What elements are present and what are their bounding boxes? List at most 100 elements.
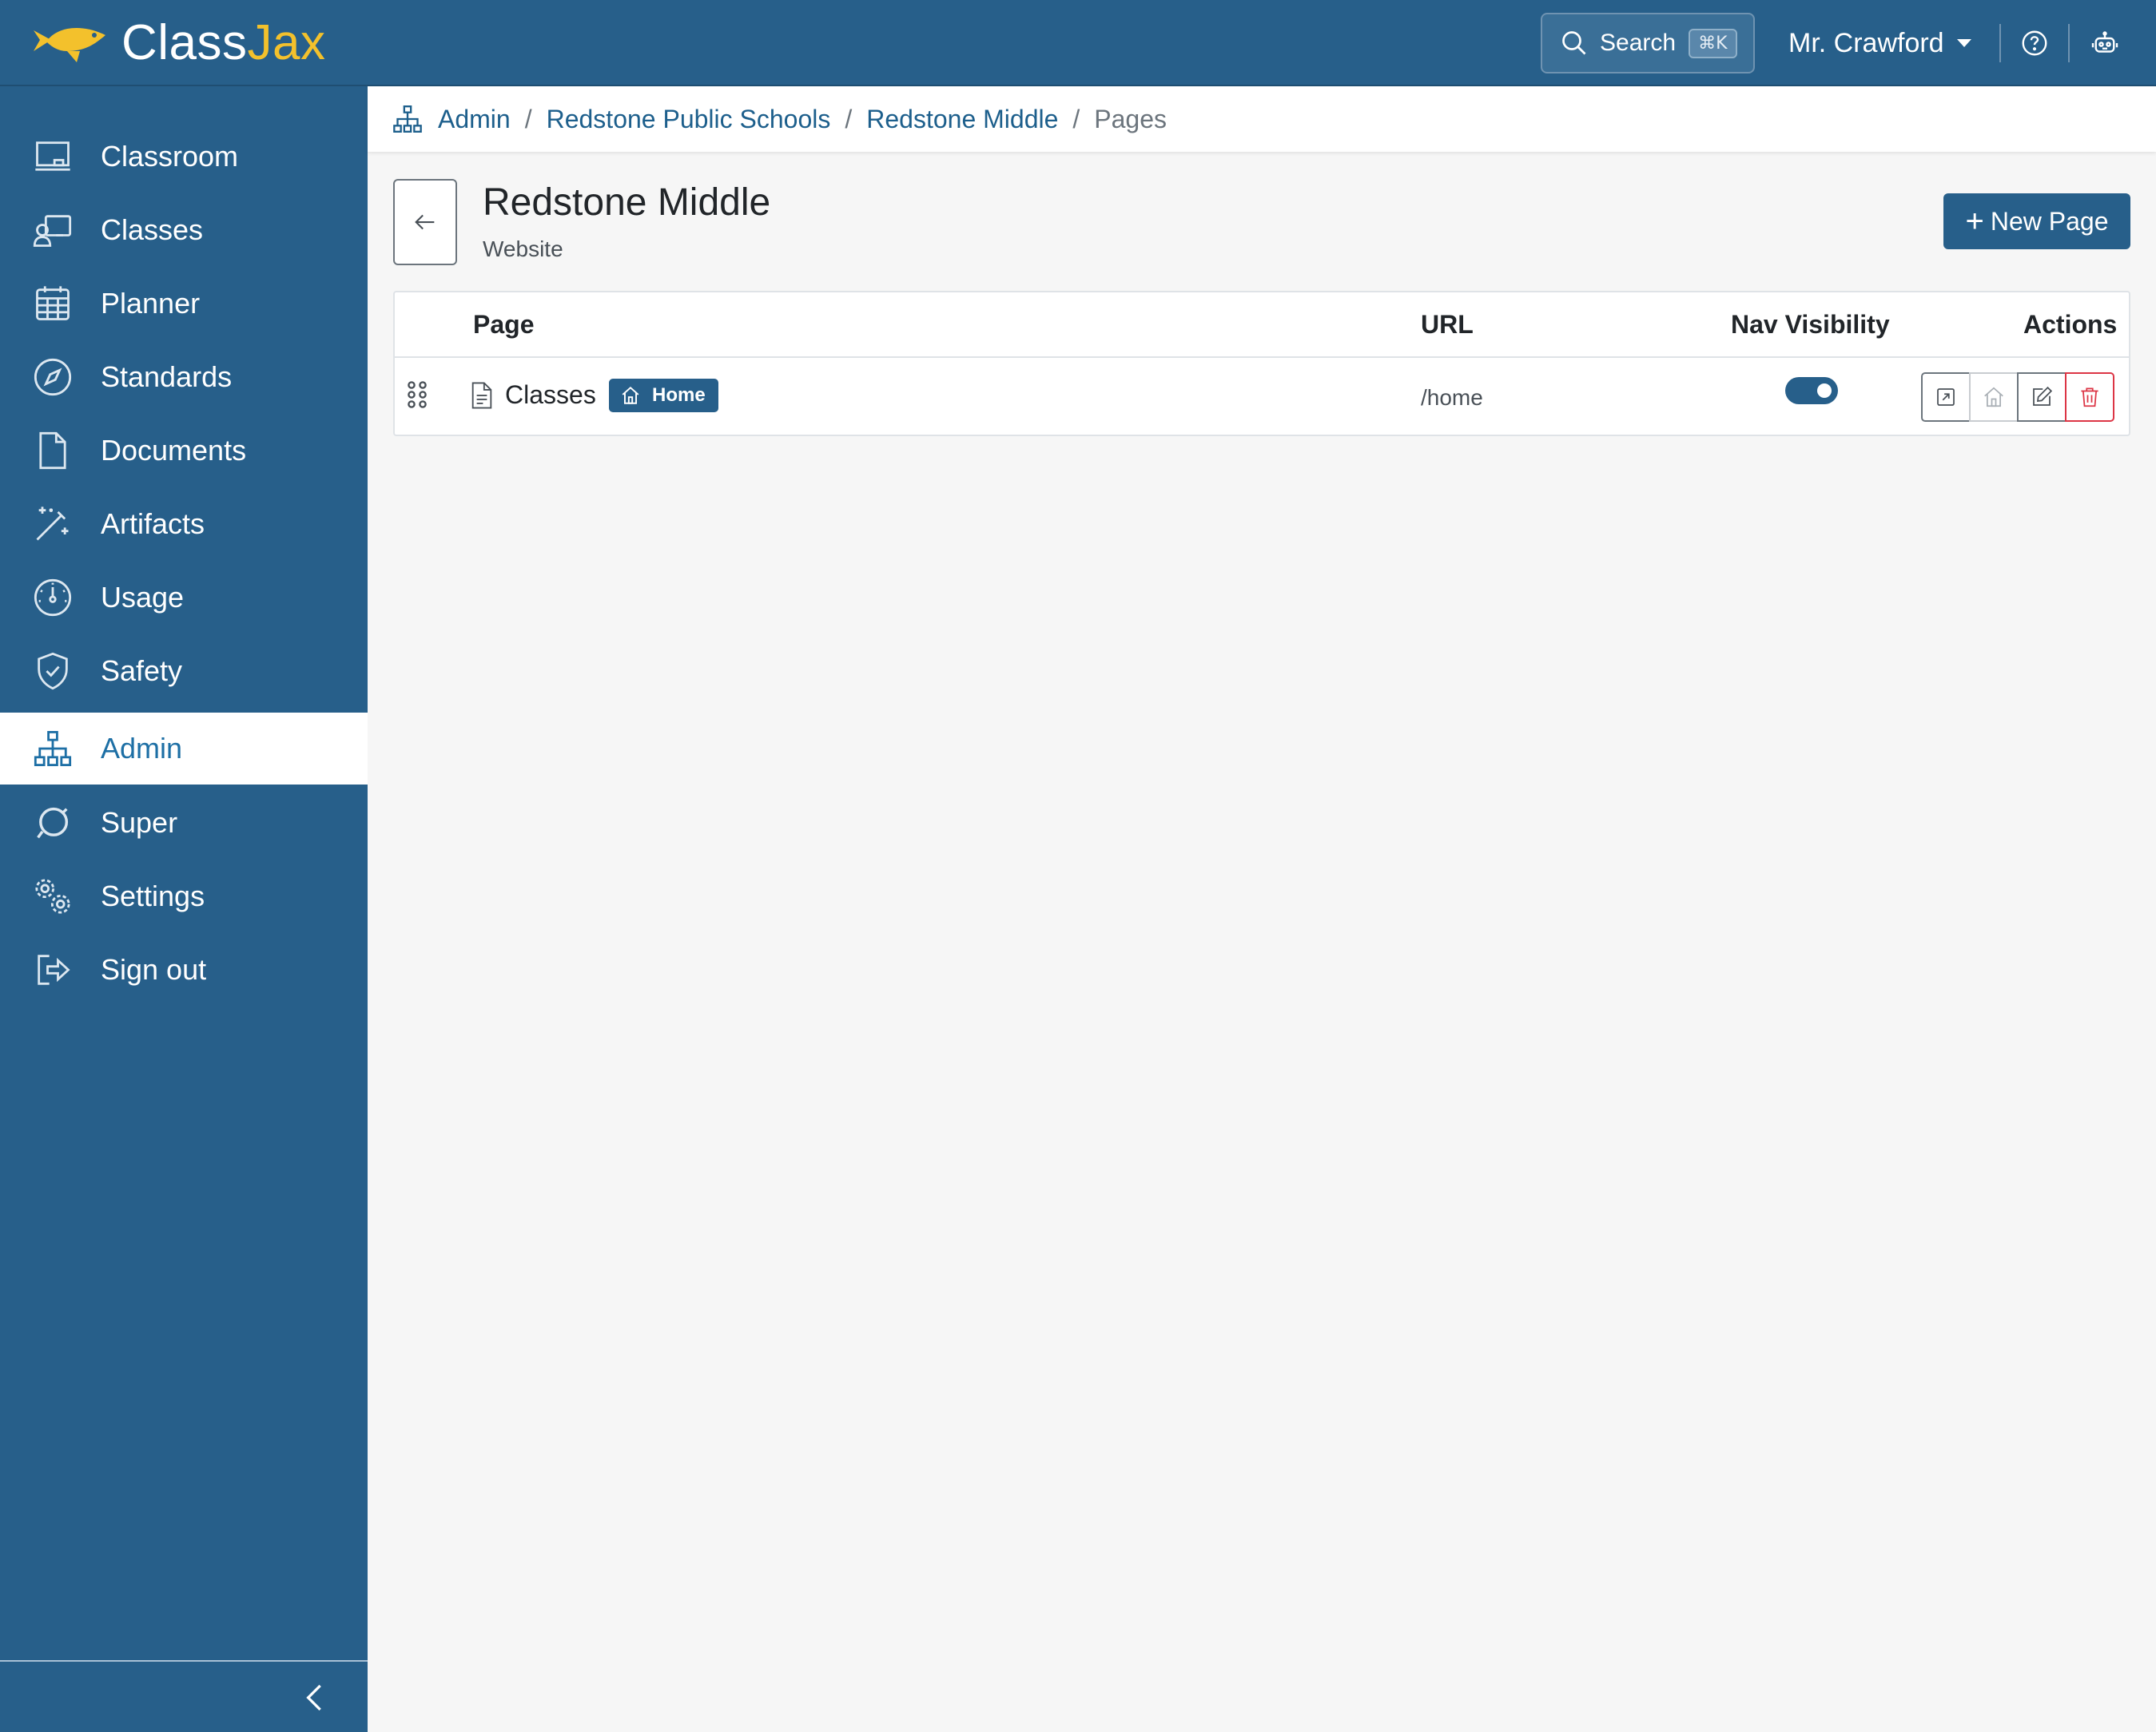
app-name-primary: Class [121,15,248,70]
org-chart-icon [30,726,75,771]
sidebar-item-admin[interactable]: Admin [0,713,368,785]
sidebar-item-label: Classes [101,213,204,246]
app-name: ClassJax [121,18,326,68]
sidebar-footer [0,1660,368,1732]
nav-visibility-toggle[interactable] [1785,377,1838,404]
page-subtitle: Website [483,236,563,261]
sidebar-item-super[interactable]: Super [0,787,368,859]
breadcrumb-link-district[interactable]: Redstone Public Schools [547,105,831,134]
home-icon [622,386,639,404]
column-header-actions: Actions [2023,310,2118,339]
sidebar-item-label: Documents [101,434,247,467]
set-home-button[interactable] [1969,372,2019,422]
search-shortcut: ⌘K [1689,28,1737,58]
gears-icon [30,874,75,919]
help-button[interactable] [2017,26,2052,61]
document-icon [30,428,75,473]
magic-wand-icon [30,502,75,546]
breadcrumb: Admin / Redstone Public Schools / Redsto… [368,86,2156,152]
external-link-icon [1937,388,1955,406]
plus-icon: + [1965,204,1984,239]
calendar-icon [30,281,75,326]
breadcrumb-separator: / [845,104,853,133]
sidebar-item-classes[interactable]: Classes [0,194,368,266]
classes-icon [30,208,75,252]
chevron-left-icon [306,1684,321,1711]
new-page-button[interactable]: + New Page [1943,193,2130,249]
speedometer-icon [30,575,75,620]
edit-page-button[interactable] [2017,372,2066,422]
sidebar-item-documents[interactable]: Documents [0,415,368,487]
home-badge-label: Home [652,384,706,406]
table-header: Page URL Nav Visibility Actions [395,292,2129,358]
shield-check-icon [30,649,75,693]
sidebar-item-label: Safety [101,654,183,687]
open-page-button[interactable] [1921,372,1971,422]
page-url: /home [1421,385,1483,410]
breadcrumb-link-admin[interactable]: Admin [438,105,511,134]
sidebar-item-label: Super [101,806,178,839]
sidebar-item-label: Planner [101,287,201,320]
back-button[interactable] [393,179,457,265]
compass-icon [30,355,75,399]
column-header-nav-visibility: Nav Visibility [1731,310,1890,339]
breadcrumb-separator: / [1072,104,1080,133]
robot-icon [2091,31,2118,53]
sidebar-item-usage[interactable]: Usage [0,562,368,634]
sidebar-item-sign-out[interactable]: Sign out [0,934,368,1006]
app-name-accent: Jax [247,15,326,70]
org-chart-icon [393,105,422,133]
row-actions [1921,372,2114,422]
fish-logo-icon [34,27,105,62]
sign-out-icon [30,947,75,992]
header-divider [2068,24,2070,62]
header-divider [1999,24,2001,62]
sidebar-item-label: Sign out [101,953,207,986]
column-header-url: URL [1421,310,1474,339]
home-icon [1984,387,2003,407]
caret-down-icon [1956,39,1971,47]
home-badge: Home [609,379,718,412]
breadcrumb-link-school[interactable]: Redstone Middle [866,105,1058,134]
app-logo[interactable]: ClassJax [30,14,326,72]
sidebar-item-label: Admin [101,732,183,765]
classroom-icon [30,134,75,179]
search-button[interactable]: Search ⌘K [1541,13,1755,73]
sidebar-item-settings[interactable]: Settings [0,860,368,932]
edit-icon [2033,386,2053,406]
breadcrumb-separator: / [524,104,532,133]
delete-page-button[interactable] [2065,372,2114,422]
arrow-left-icon [415,214,435,230]
column-header-page: Page [473,310,535,339]
collapse-sidebar-button[interactable] [297,1678,332,1718]
pages-table: Page URL Nav Visibility Actions Classes … [393,291,2130,436]
sidebar-item-artifacts[interactable]: Artifacts [0,488,368,560]
trash-icon [2081,387,2098,407]
super-icon [30,800,75,845]
page-name[interactable]: Classes [505,380,596,410]
sidebar-item-standards[interactable]: Standards [0,341,368,413]
user-name: Mr. Crawford [1788,27,1944,58]
sidebar-item-classroom[interactable]: Classroom [0,121,368,193]
sidebar-item-label: Usage [101,581,185,614]
assistant-button[interactable] [2087,26,2122,61]
user-menu[interactable]: Mr. Crawford [1788,22,1971,64]
page-file-icon [470,382,494,409]
top-header: ClassJax Search ⌘K Mr. Crawford [0,0,2156,86]
sidebar-item-label: Standards [101,360,233,393]
sidebar: Classroom Classes Planner Standards Docu… [0,86,368,1732]
drag-handle-icon[interactable] [406,380,428,409]
new-page-label: New Page [1990,206,2109,236]
toggle-knob [1817,383,1832,398]
table-row: Classes Home /home [395,358,2129,435]
sidebar-item-label: Classroom [101,140,239,173]
page-title: Redstone Middle [483,181,771,224]
sidebar-item-label: Artifacts [101,507,205,540]
search-icon [1562,31,1586,55]
breadcrumb-current: Pages [1094,104,1168,133]
sidebar-item-safety[interactable]: Safety [0,635,368,707]
search-label: Search [1600,30,1677,56]
sidebar-item-planner[interactable]: Planner [0,268,368,340]
question-circle-icon [2022,30,2047,56]
sidebar-item-label: Settings [101,880,205,912]
